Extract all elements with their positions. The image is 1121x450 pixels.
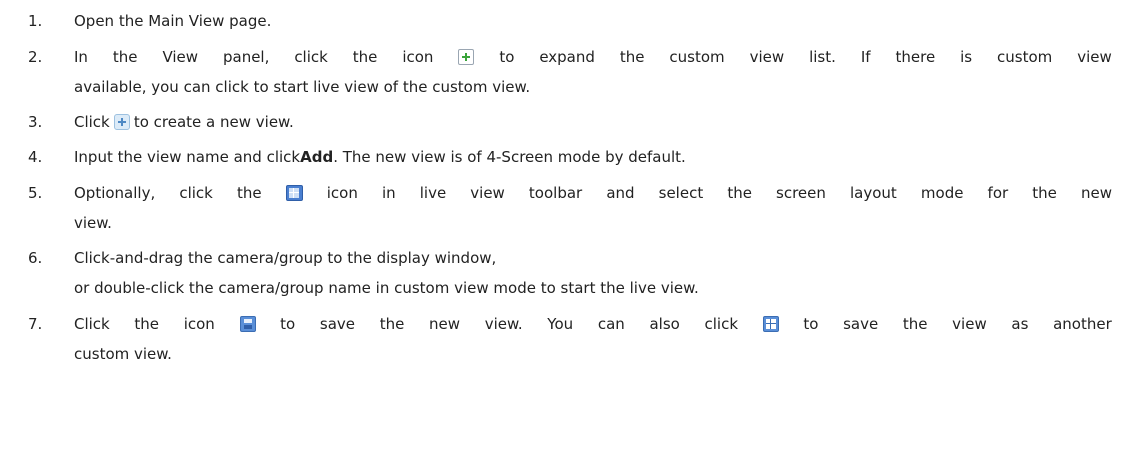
text-run: click: [704, 315, 738, 333]
text-run: for: [987, 184, 1009, 202]
step-5: 5. Optionally, click the icon in live view toolb…: [0, 183, 1121, 233]
text-run: click: [179, 184, 213, 202]
text-run: as: [1011, 315, 1029, 333]
step-text-line: Input the view name and click Add. The ne…: [74, 147, 686, 167]
text-run: click: [294, 48, 328, 66]
text-run: . The new view is of 4-Screen mode by de…: [333, 148, 686, 166]
text-run: is: [960, 48, 973, 66]
text-run: view.: [484, 315, 523, 333]
text-run: save: [843, 315, 879, 333]
step-6: 6. Click-and-drag the camera/group to the…: [0, 248, 1121, 298]
text-run: icon: [326, 184, 358, 202]
text-run: the: [619, 48, 645, 66]
text-run: view: [1077, 48, 1112, 66]
step-text-line: Open the Main View page.: [74, 11, 271, 31]
text-run: view: [952, 315, 987, 333]
step-4: 4. Input the view name and click Add. The …: [0, 147, 1121, 167]
step-2: 2. In the View panel, click the icon to expand the…: [0, 47, 1121, 97]
step-text-line: In the View panel, click the icon to expand the cu…: [74, 47, 1112, 67]
text-run: the: [112, 48, 138, 66]
text-run: screen: [776, 184, 826, 202]
text-run: Click: [74, 113, 110, 131]
step-number: 4.: [28, 148, 43, 166]
text-run: expand: [539, 48, 595, 66]
text-run: new: [429, 315, 461, 333]
text-run: also: [649, 315, 680, 333]
screen-layout-icon: [285, 185, 303, 201]
step-number: 3.: [28, 113, 43, 131]
text-run: Click: [74, 315, 110, 333]
text-run: or double-click the camera/group name in…: [74, 279, 699, 297]
text-run: the: [134, 315, 160, 333]
save-as-view-icon: [762, 316, 779, 332]
text-run: to: [803, 315, 819, 333]
text-run: Open the Main View page.: [74, 12, 272, 30]
text-run: custom: [997, 48, 1053, 66]
step-number: 2.: [28, 48, 43, 66]
step-1: 1. Open the Main View page.: [0, 11, 1121, 31]
step-text-line: custom view.: [74, 344, 172, 364]
text-run: Input the view name and click: [74, 148, 301, 166]
step-number: 7.: [28, 315, 43, 333]
text-run: Click-and-drag the camera/group to the d…: [74, 249, 497, 267]
text-run: custom: [669, 48, 725, 66]
text-run: another: [1053, 315, 1112, 333]
step-text-line: Click-and-drag the camera/group to the d…: [74, 248, 496, 268]
text-run: panel,: [222, 48, 270, 66]
text-run: and: [606, 184, 635, 202]
text-run: the: [902, 315, 928, 333]
text-run: Optionally,: [74, 184, 156, 202]
text-run: to: [280, 315, 296, 333]
text-run: icon: [402, 48, 434, 66]
text-run: You: [547, 315, 574, 333]
step-text-line: Click the icon to save the new view. You can also c…: [74, 314, 1112, 334]
text-run: the: [727, 184, 752, 202]
text-run: layout: [850, 184, 897, 202]
text-run: custom view.: [74, 345, 172, 363]
add-view-icon: [113, 114, 130, 130]
step-number: 6.: [28, 249, 43, 267]
text-run: view: [470, 184, 505, 202]
text-run: save: [319, 315, 356, 333]
text-run: mode: [920, 184, 964, 202]
text-run: toolbar: [528, 184, 583, 202]
text-run: to create a new view.: [133, 113, 294, 131]
text-run: view.: [74, 214, 112, 232]
step-7: 7. Click the icon to save the new view. You can als…: [0, 314, 1121, 364]
text-run: there: [895, 48, 936, 66]
text-run: to: [499, 48, 515, 66]
step-number: 1.: [28, 12, 43, 30]
expand-icon: [458, 49, 475, 65]
text-run: In: [74, 48, 88, 66]
text-run: available, you can click to start live v…: [74, 78, 531, 96]
text-run: the: [352, 48, 378, 66]
text-run: the: [236, 184, 262, 202]
step-text-line: Optionally, click the icon in live view toolbar…: [74, 183, 1112, 203]
text-run: in: [381, 184, 396, 202]
instruction-document: 1. Open the Main View page. 2. In the View pa…: [0, 0, 1121, 450]
text-run: can: [597, 315, 625, 333]
step-text-line: or double-click the camera/group name in…: [74, 278, 699, 298]
step-text-line: available, you can click to start live v…: [74, 77, 530, 97]
step-text-line: Click to create a new view.: [74, 112, 294, 132]
text-run: list.: [809, 48, 836, 66]
step-text-line: view.: [74, 213, 112, 233]
text-run: icon: [183, 315, 215, 333]
step-number: 5.: [28, 184, 43, 202]
text-run: If: [860, 48, 871, 66]
step-3: 3. Click to create a new view.: [0, 112, 1121, 132]
text-run: view: [749, 48, 785, 66]
text-run: View: [162, 48, 199, 66]
bold-term: Add: [300, 148, 334, 166]
text-run: the: [379, 315, 405, 333]
text-run: new: [1080, 184, 1112, 202]
text-run: select: [658, 184, 704, 202]
text-run: the: [1032, 184, 1057, 202]
save-view-icon: [239, 316, 256, 332]
text-run: live: [419, 184, 447, 202]
